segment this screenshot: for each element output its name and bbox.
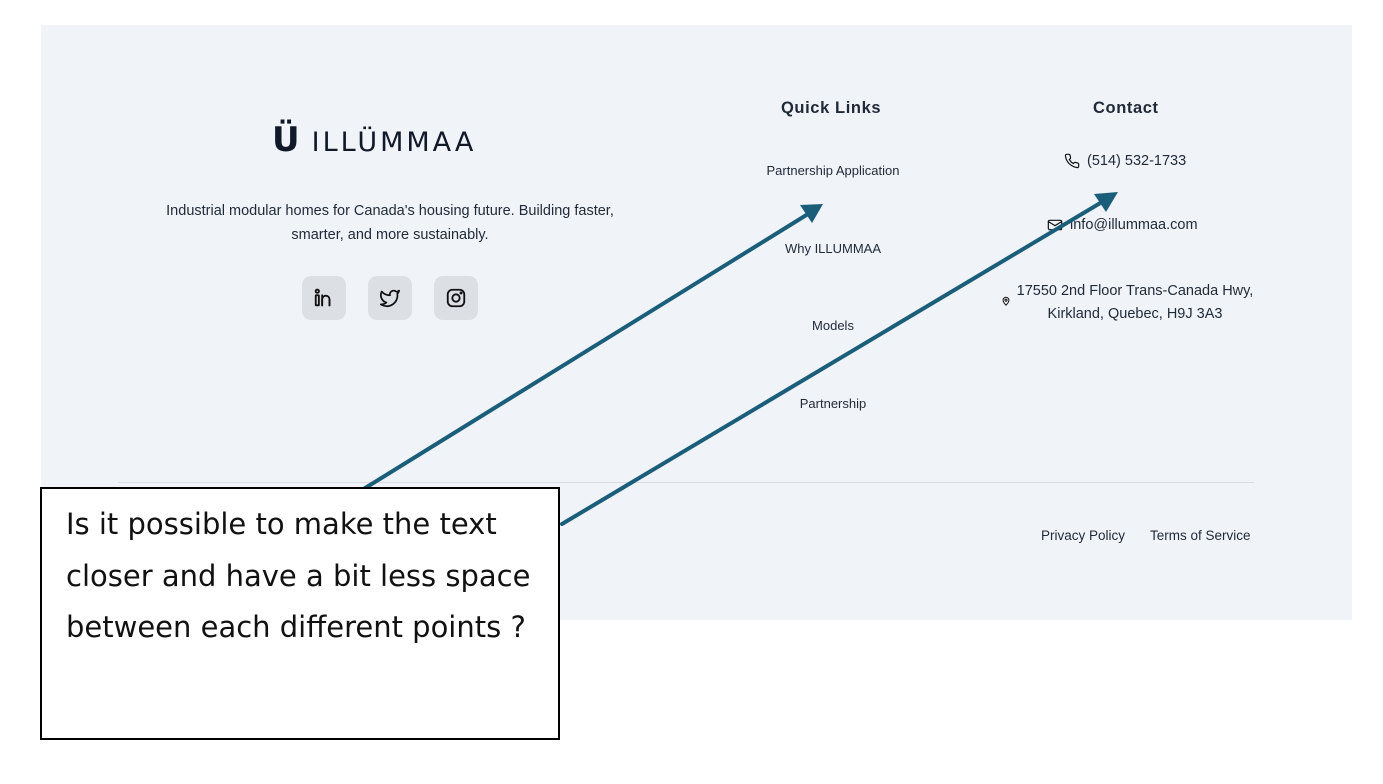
logo-text: ILLÜMMAA (311, 127, 477, 158)
instagram-icon (446, 288, 466, 308)
quick-links-title: Quick Links (781, 99, 882, 117)
twitter-button[interactable] (368, 276, 412, 320)
linkedin-icon (314, 288, 331, 307)
footer-divider (118, 482, 1254, 483)
linkedin-button[interactable] (302, 276, 346, 320)
phone-icon (1064, 153, 1080, 169)
contact-phone[interactable]: (514) 532-1733 (1064, 153, 1186, 169)
footer-tagline: Industrial modular homes for Canada's ho… (166, 203, 614, 243)
contact-email[interactable]: info@illummaa.com (1047, 217, 1198, 233)
contact-title: Contact (1093, 99, 1159, 117)
twitter-icon (379, 289, 401, 308)
contact-address: 17550 2nd Floor Trans-Canada Hwy, Kirkla… (1016, 283, 1254, 322)
terms-of-service-link[interactable]: Terms of Service (1150, 528, 1251, 543)
instagram-button[interactable] (434, 276, 478, 320)
phone-text: (514) 532-1733 (1087, 153, 1187, 169)
quick-link-why-illummaa[interactable]: Why ILLUMMAA (733, 241, 933, 256)
mail-icon (1047, 219, 1063, 231)
annotation-callout-box: Is it possible to make the text closer a… (40, 487, 560, 740)
email-text: info@illummaa.com (1070, 217, 1198, 233)
annotation-callout-text: Is it possible to make the text closer a… (66, 507, 531, 644)
quick-link-partnership[interactable]: Partnership (733, 396, 933, 411)
privacy-policy-link[interactable]: Privacy Policy (1041, 528, 1125, 543)
quick-link-partnership-application[interactable]: Partnership Application (733, 163, 933, 178)
logo-mark: Ü (272, 120, 300, 160)
brand-logo[interactable]: Ü ILLÜMMAA (272, 120, 476, 160)
quick-link-models[interactable]: Models (733, 318, 933, 333)
map-pin-icon (1002, 296, 1010, 306)
